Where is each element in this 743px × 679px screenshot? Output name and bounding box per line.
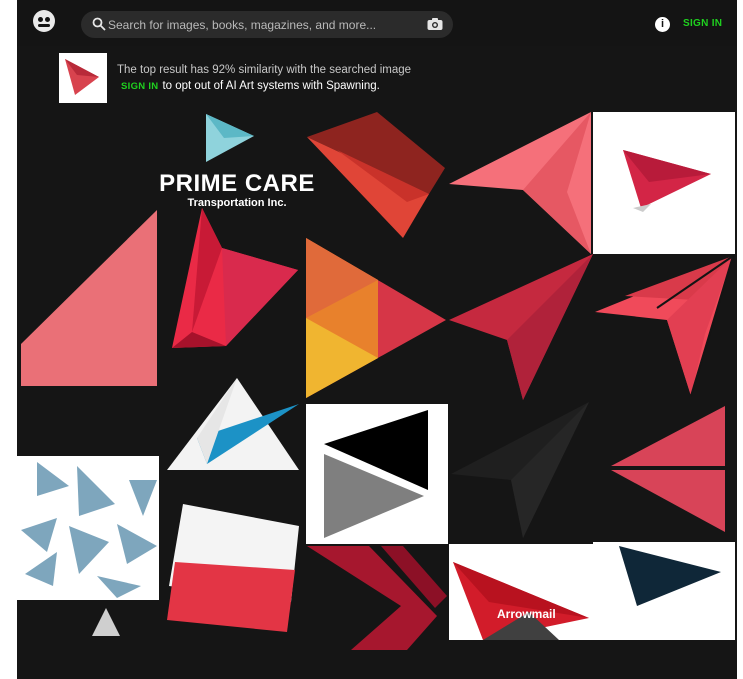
result-crimson-arrow[interactable] (449, 254, 597, 404)
opt-out-text: to opt out of AI Art systems with Spawni… (162, 80, 380, 92)
info-icon[interactable]: i (655, 17, 670, 32)
result-dark-plane[interactable] (451, 400, 593, 540)
result-red-white-square[interactable] (167, 502, 302, 642)
arrowmail-plane-graphic (453, 562, 589, 640)
similarity-notice: The top result has 92% similarity with t… (117, 64, 412, 76)
red-plane-graphic (623, 150, 711, 212)
result-red-folded-plane[interactable] (307, 112, 447, 240)
logo-mouth (38, 24, 50, 27)
opt-out-notice: SIGN IN to opt out of AI Art systems with… (121, 80, 380, 92)
app-frame: i SIGN IN The top result has 92% similar… (17, 0, 737, 679)
result-orange-triangle-play[interactable] (306, 238, 448, 398)
result-white-red-plane[interactable] (593, 112, 735, 254)
logo-eye-left (38, 17, 43, 22)
spawning-face-icon[interactable] (33, 10, 55, 32)
result-red-triangles-right[interactable] (611, 406, 729, 536)
paper-plane-thumb-image (65, 59, 99, 95)
top-bar: i SIGN IN (17, 0, 737, 46)
arrowmail-label: Arrowmail (497, 607, 556, 621)
search-input[interactable] (108, 11, 418, 38)
prime-care-title: PRIME CARE (159, 170, 315, 197)
sign-in-button[interactable]: SIGN IN (683, 18, 722, 29)
result-salmon-triangle[interactable] (21, 210, 157, 386)
search-bar[interactable] (81, 11, 453, 38)
blue-pattern-graphic (21, 462, 157, 598)
navy-triangle-graphic (619, 546, 721, 606)
searched-image-thumbnail[interactable] (59, 53, 107, 103)
result-small-gray-triangle[interactable] (90, 606, 122, 638)
result-prime-care-logo[interactable] (202, 110, 262, 166)
logo-eye-right (45, 17, 50, 22)
result-black-gray-triangles[interactable] (306, 404, 448, 544)
search-icon[interactable] (92, 17, 106, 31)
result-blue-triangle-pattern[interactable] (17, 456, 159, 600)
result-arrowmail[interactable] (449, 544, 593, 640)
result-navy-triangle[interactable] (593, 542, 735, 640)
black-gray-triangles-graphic (324, 410, 428, 538)
result-dark-red-chevron[interactable] (307, 546, 447, 650)
camera-icon[interactable] (427, 17, 443, 31)
result-red-lined-plane[interactable] (595, 254, 735, 400)
result-white-blue-plane[interactable] (167, 378, 307, 474)
result-red-paper-plane[interactable] (162, 208, 302, 354)
result-pink-arrow-cursor[interactable] (449, 112, 594, 254)
opt-out-sign-in-link[interactable]: SIGN IN (121, 81, 158, 92)
results-grid: PRIME CARE Transportation Inc. Arrowmail (17, 110, 737, 650)
